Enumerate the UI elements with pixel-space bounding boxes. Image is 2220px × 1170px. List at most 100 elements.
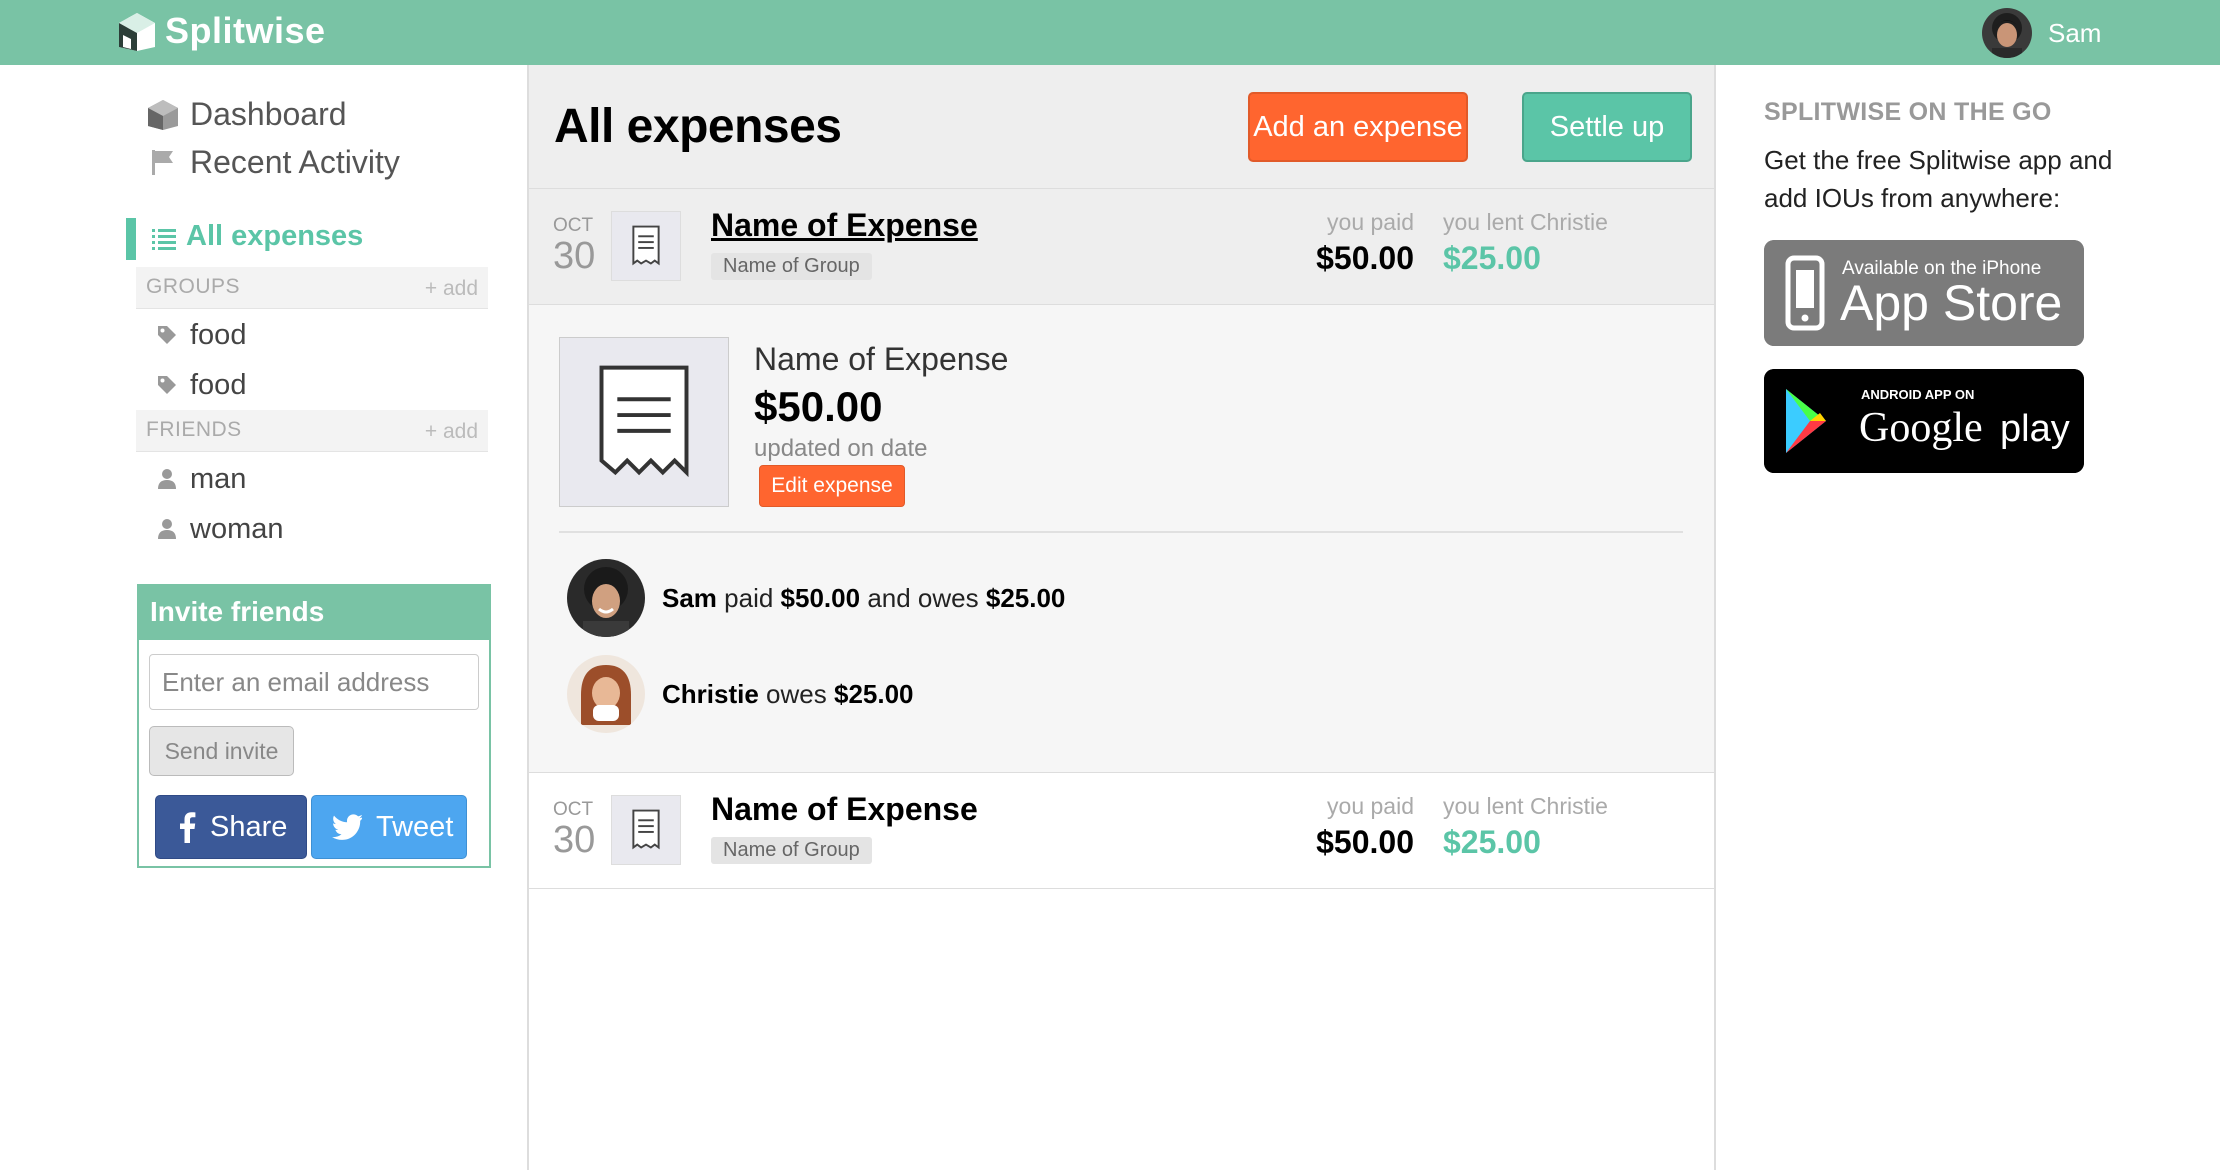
friend-item[interactable]: woman [156,509,284,549]
sam-owes-word: and owes [867,582,979,613]
nav-all-expenses[interactable]: All expenses [126,218,492,260]
expense-date: OCT 30 [553,215,595,275]
you-paid: you paid $50.00 [1316,209,1414,277]
active-indicator [126,218,136,260]
detail-updated-text: updated on date [754,435,928,462]
dashboard-logo-icon [148,100,178,130]
nav-dashboard-label: Dashboard [190,95,347,132]
user-menu[interactable]: Sam [1982,8,2101,58]
participant-sam: Sam paid $50.00 and owes $25.00 [567,559,1065,637]
expenses-panel: All expenses Add an expense Settle up OC… [527,65,1716,1170]
nav-all-expenses-label: All expenses [186,220,364,252]
you-lent-label: you lent Christie [1443,793,1608,819]
nav-recent-activity[interactable]: Recent Activity [146,138,400,186]
expense-name[interactable]: Name of Expense [711,791,978,828]
twitter-tweet-button[interactable]: Tweet [311,795,467,859]
app-store-badge[interactable]: Available on the iPhone App Store [1764,240,2084,346]
friend-item[interactable]: man [156,459,246,499]
expense-month: OCT [553,215,594,236]
expense-group-tag[interactable]: Name of Group [711,837,872,864]
twitter-bird-icon [332,814,362,840]
group-item[interactable]: food [156,365,246,405]
edit-expense-button[interactable]: Edit expense [759,465,905,507]
expense-row[interactable]: OCT 30 Name of Expense Name of Group you… [529,189,1714,305]
group-name: food [190,318,247,351]
tag-icon [158,376,176,394]
add-expense-button[interactable]: Add an expense [1248,92,1468,162]
friend-name: woman [190,512,284,545]
invite-email-input[interactable] [149,654,479,710]
sam-paid-amount: $50.00 [780,582,861,613]
sam-avatar-icon [567,559,645,637]
invite-title: Invite friends [139,586,489,640]
google-play-badge[interactable]: ANDROID APP ON Google play [1764,369,2084,473]
splitwise-logo-icon [119,13,155,51]
group-item[interactable]: food [156,315,246,355]
detail-expense-amount: $50.00 [754,383,883,430]
christie-avatar-icon [567,655,645,733]
mobile-promo-text: Get the free Splitwise app and add IOUs … [1764,145,2113,213]
nav-recent-activity-label: Recent Activity [190,143,400,180]
page-title: All expenses [554,100,842,153]
expense-month: OCT [553,799,594,820]
top-navbar: Splitwise Sam [0,0,2220,65]
expense-name[interactable]: Name of Expense [711,207,978,244]
sam-name: Sam [662,582,717,613]
receipt-icon [611,211,681,281]
nav-dashboard[interactable]: Dashboard [146,90,347,138]
christie-owes-word: owes [766,678,827,709]
brand-home-link[interactable]: Splitwise [117,9,326,53]
receipt-icon [611,795,681,865]
tag-icon [158,326,176,344]
sam-paid-word: paid [724,582,774,613]
person-icon [158,469,176,489]
facebook-icon [180,812,196,843]
person-icon [158,519,176,539]
social-buttons: Share Tweet [155,795,467,859]
you-paid-value: $50.00 [1316,240,1414,276]
christie-owes-amount: $25.00 [833,678,914,709]
you-lent: you lent Christie $25.00 [1443,793,1608,861]
sam-owes-amount: $25.00 [985,582,1066,613]
group-name: food [190,368,247,401]
you-lent-value: $25.00 [1443,240,1541,276]
participant-christie: Christie owes $25.00 [567,655,914,733]
friends-title: FRIENDS [146,418,242,441]
expenses-header: All expenses Add an expense Settle up [529,65,1714,189]
detail-expense-name: Name of Expense [754,341,1009,377]
add-friend-link[interactable]: + add [425,420,478,444]
settle-up-button[interactable]: Settle up [1522,92,1692,162]
user-name: Sam [2048,17,2102,48]
groups-title: GROUPS [146,275,241,298]
mobile-promo-title: SPLITWISE ON THE GO [1764,98,2052,126]
google-big-text-2: play [2000,408,2070,450]
send-invite-button[interactable]: Send invite [149,726,294,776]
brand-name: Splitwise [165,10,326,51]
you-paid-value: $50.00 [1316,824,1414,860]
christie-name: Christie [662,678,759,709]
share-label: Share [210,810,288,843]
friend-name: man [190,462,247,495]
list-icon [152,229,176,250]
you-paid-label: you paid [1327,209,1414,235]
google-big-text-1: Google [1859,405,1983,451]
google-small-text: ANDROID APP ON [1861,387,1974,402]
expense-day: 30 [553,819,596,861]
divider [559,531,1683,533]
appstore-big-text: App Store [1840,275,2062,331]
you-paid: you paid $50.00 [1316,793,1414,861]
friends-header: FRIENDS + add [136,410,488,452]
you-paid-label: you paid [1327,793,1414,819]
tweet-label: Tweet [376,810,454,843]
expense-detail: Name of Expense $50.00 updated on date E… [529,305,1714,773]
facebook-share-button[interactable]: Share [155,795,307,859]
expense-row[interactable]: OCT 30 Name of Expense Name of Group you… [529,773,1714,889]
expense-group-tag[interactable]: Name of Group [711,253,872,280]
you-lent-label: you lent Christie [1443,209,1608,235]
expense-date: OCT 30 [553,799,596,861]
add-group-link[interactable]: + add [425,277,478,301]
groups-header: GROUPS + add [136,267,488,309]
large-receipt-icon [559,337,729,507]
flag-icon [152,150,173,175]
you-lent-value: $25.00 [1443,824,1541,860]
